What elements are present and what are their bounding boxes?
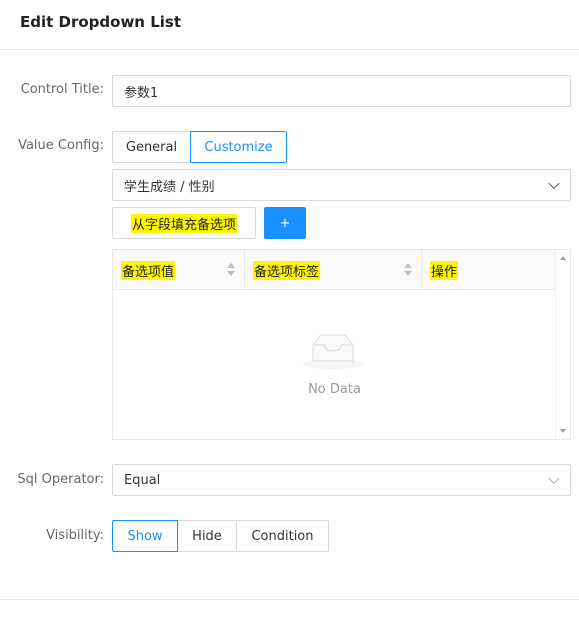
- chevron-down-icon: [548, 177, 560, 190]
- value-config-label: Value Config:: [18, 138, 104, 153]
- mode-customize-button[interactable]: Customize: [190, 131, 287, 163]
- scroll-up-icon[interactable]: [560, 256, 566, 260]
- sort-icon[interactable]: [404, 263, 412, 277]
- empty-text: No Data: [308, 382, 361, 397]
- add-option-button[interactable]: +: [264, 207, 306, 239]
- field-select-value: 学生成绩 / 性别: [124, 179, 215, 195]
- mode-general-button[interactable]: General: [112, 131, 191, 163]
- sql-operator-label: Sql Operator:: [17, 472, 104, 487]
- visibility-condition-button[interactable]: Condition: [236, 520, 329, 552]
- empty-inbox-icon: [303, 334, 363, 369]
- fill-from-field-label: 从字段填充备选项: [130, 213, 237, 233]
- column-option-value[interactable]: 备选项值: [113, 250, 245, 290]
- options-table: 备选项值 备选项标签 操作 No Data: [112, 249, 571, 440]
- control-title-label: Control Title:: [20, 82, 104, 97]
- column-option-value-label: 备选项值: [121, 260, 176, 280]
- field-select[interactable]: 学生成绩 / 性别: [112, 169, 571, 201]
- column-option-label-label: 备选项标签: [253, 260, 321, 280]
- sql-operator-select[interactable]: Equal: [112, 464, 571, 496]
- fill-from-field-button[interactable]: 从字段填充备选项: [112, 207, 256, 239]
- column-actions: 操作: [422, 250, 556, 290]
- value-config-mode-group: General Customize: [112, 131, 287, 163]
- sort-icon[interactable]: [227, 263, 235, 277]
- control-title-input[interactable]: 参数1: [112, 75, 571, 107]
- modal-header: Edit Dropdown List: [0, 0, 579, 50]
- visibility-hide-button[interactable]: Hide: [177, 520, 237, 552]
- control-title-value: 参数1: [124, 85, 159, 101]
- sql-operator-value: Equal: [124, 472, 161, 488]
- visibility-group: Show Hide Condition: [112, 520, 329, 552]
- chevron-down-icon: [548, 472, 560, 485]
- table-scrollbar[interactable]: [555, 250, 570, 439]
- options-table-header: 备选项值 备选项标签 操作: [113, 250, 556, 290]
- modal-title: Edit Dropdown List: [20, 13, 182, 31]
- empty-state: No Data: [113, 291, 556, 439]
- footer-divider: [0, 599, 579, 600]
- visibility-show-button[interactable]: Show: [112, 520, 178, 552]
- scroll-down-icon[interactable]: [560, 429, 566, 433]
- visibility-label: Visibility:: [46, 528, 104, 543]
- column-actions-label: 操作: [430, 260, 459, 280]
- column-option-label[interactable]: 备选项标签: [245, 250, 422, 290]
